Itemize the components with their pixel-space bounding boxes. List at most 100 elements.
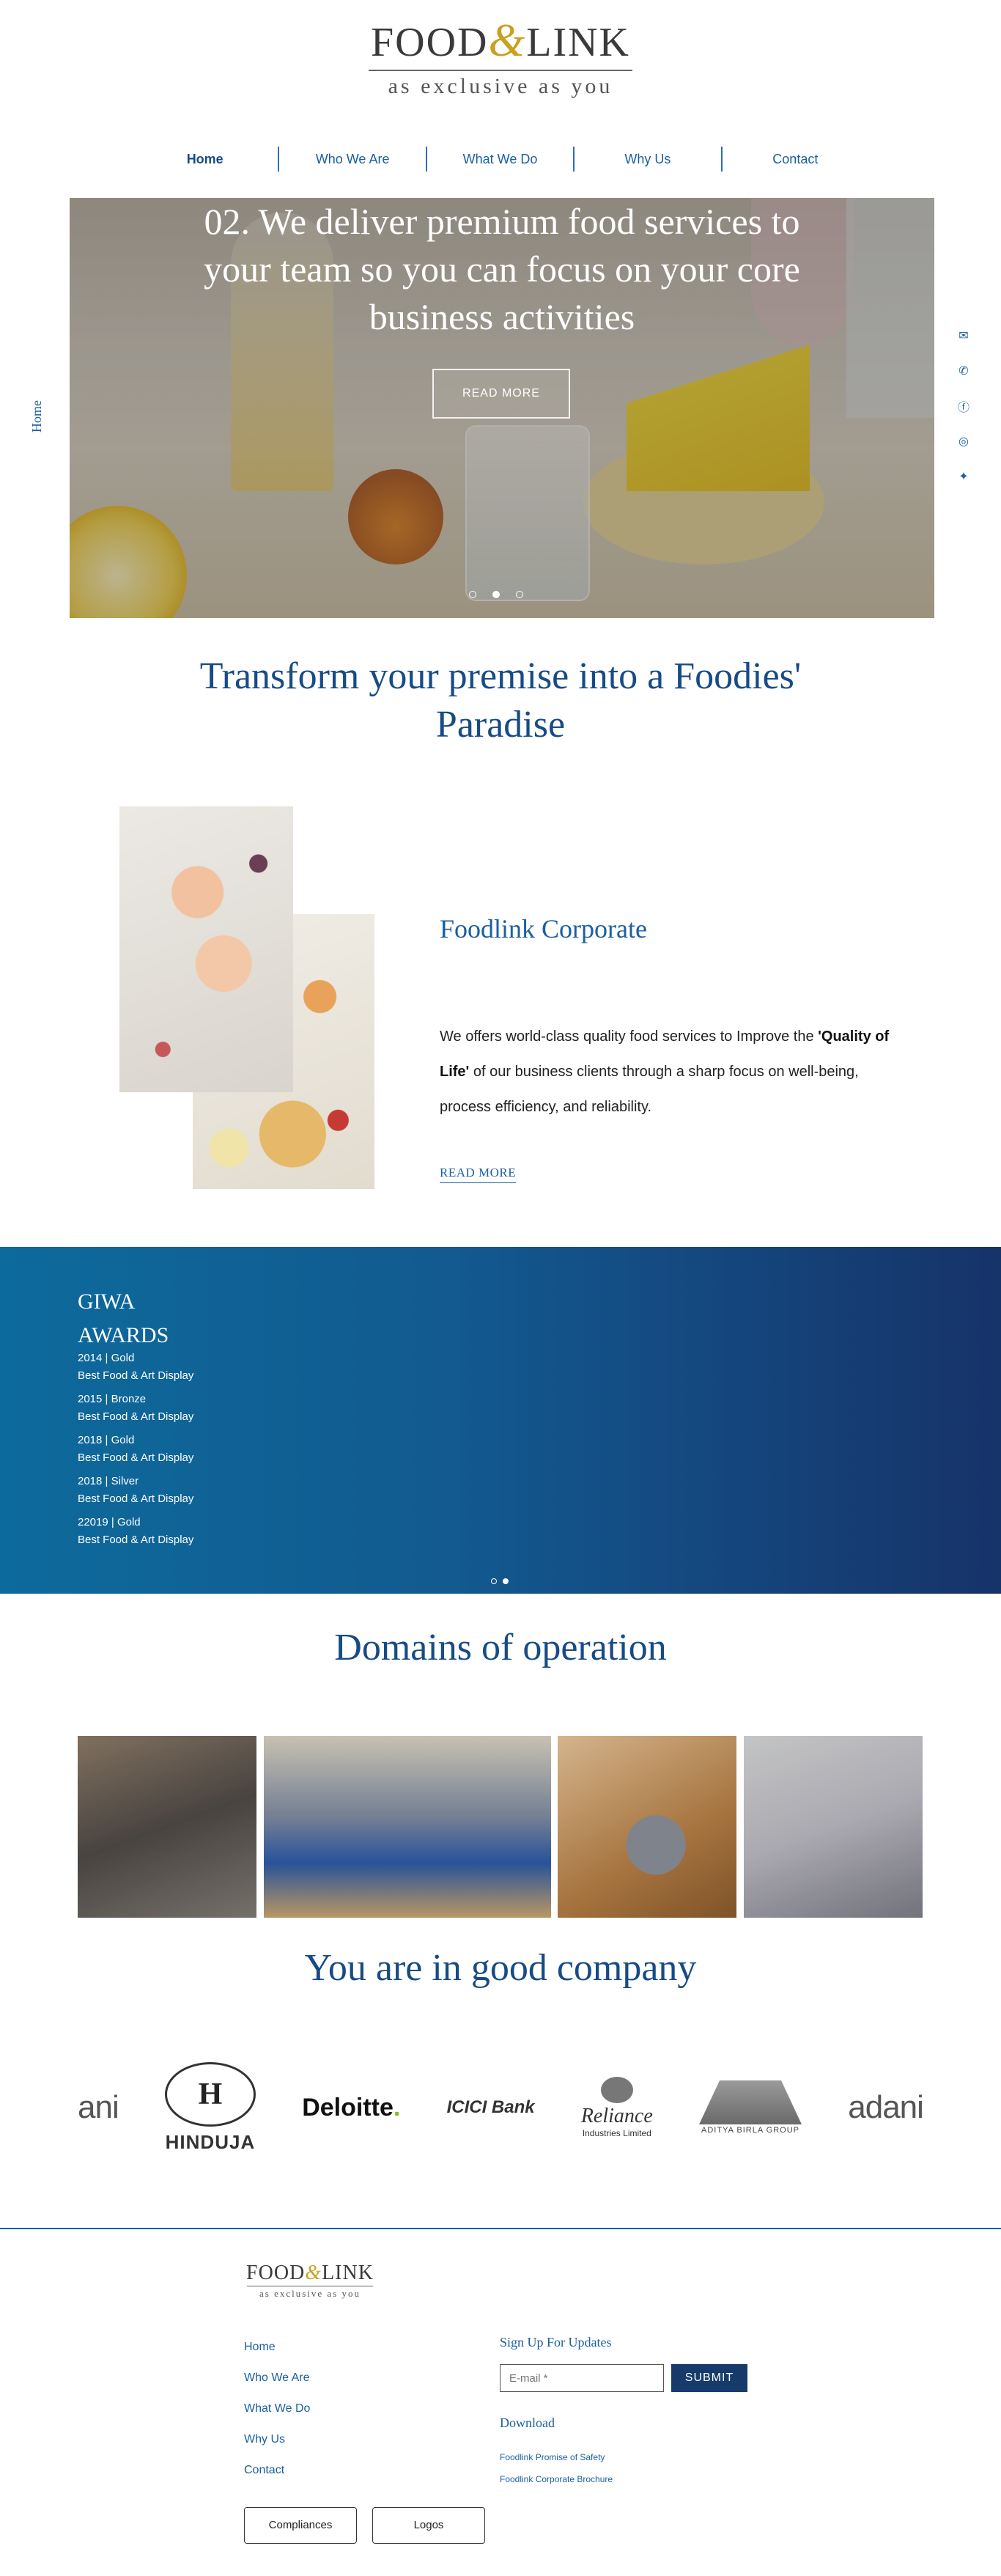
award-item: 22019 | Gold Best Food & Art Display [78, 1514, 193, 1549]
footer-link-contact[interactable]: Contact [244, 2464, 284, 2477]
corporate-description: We offers world-class quality food servi… [440, 1019, 909, 1125]
nav-why-us[interactable]: Why Us [575, 147, 723, 172]
logo-icici-bank: ICICI Bank [446, 2097, 535, 2117]
footer-link-what-we-do[interactable]: What We Do [244, 2402, 310, 2415]
domains-heading: Domains of operation [334, 1627, 667, 1668]
footer-logo-ampersand: & [305, 2262, 322, 2284]
hero-dot-3[interactable] [516, 591, 523, 598]
logo-aditya-birla: ADITYA BIRLA GROUP [699, 2080, 802, 2135]
logo-wordmark: FOOD&LINK [365, 15, 636, 68]
submit-button[interactable]: SUBMIT [671, 2364, 747, 2392]
award-year-medal: 2018 | Silver [78, 1475, 139, 1487]
domain-shade [264, 1736, 551, 1918]
aditya-birla-sun-icon [699, 2080, 802, 2124]
logo-ampersand: & [488, 14, 527, 66]
awards-pagination [491, 1578, 509, 1584]
awards-title: GIWA AWARDS [78, 1289, 169, 1347]
facebook-icon[interactable]: ⓕ [954, 397, 973, 416]
corporate-title: Foodlink Corporate [440, 914, 647, 943]
corporate-read-more-link[interactable]: READ MORE [440, 1166, 517, 1183]
aditya-birla-name: ADITYA BIRLA GROUP [701, 2126, 799, 2135]
domain-photo-manufacturing [264, 1736, 551, 1918]
footer-logo-word-link: LINK [322, 2262, 374, 2284]
logo-adani: adani [848, 2089, 923, 2125]
logo-rule [369, 70, 632, 71]
award-category: Best Food & Art Display [78, 1410, 194, 1423]
domain-photo-healthcare [558, 1736, 736, 1918]
email-field[interactable] [500, 2364, 664, 2392]
social-icon-bar: ✉ ✆ ⓕ ◎ ✦ [954, 326, 973, 486]
reliance-name: Reliance [580, 2105, 653, 2127]
hero-title: 02. We deliver premium food services to … [204, 201, 800, 337]
reliance-sub: Industries Limited [582, 2128, 651, 2138]
footer-link-who-we-are[interactable]: Who We Are [244, 2371, 310, 2385]
logo-adani-partial: ani [78, 2089, 119, 2125]
domain-photo-education [744, 1736, 923, 1918]
hero-pagination [469, 591, 523, 598]
award-category: Best Food & Art Display [78, 1369, 194, 1382]
domain-shade [744, 1736, 923, 1918]
award-item: 2018 | Silver Best Food & Art Display [78, 1473, 193, 1508]
nav-what-we-do[interactable]: What We Do [427, 147, 575, 172]
award-year-medal: 2014 | Gold [78, 1352, 135, 1364]
corporate-text-lead: We offers world-class quality food servi… [440, 1028, 819, 1045]
hero-read-more-button[interactable]: READ MORE [432, 369, 570, 419]
footer-logo-wordmark: FOOD&LINK [244, 2262, 376, 2285]
footer-logo[interactable]: FOOD&LINK as exclusive as you [244, 2262, 376, 2300]
footer-link-home[interactable]: Home [244, 2341, 276, 2354]
hero-dot-2[interactable] [492, 591, 500, 598]
hero-dot-1[interactable] [469, 591, 476, 598]
award-year-medal: 2018 | Gold [78, 1434, 135, 1446]
nav-contact[interactable]: Contact [723, 147, 868, 172]
logos-button[interactable]: Logos [372, 2507, 485, 2544]
download-heading: Download [500, 2415, 555, 2430]
awards-band: GIWA AWARDS 2014 | Gold Best Food & Art … [0, 1247, 1001, 1594]
email-icon[interactable]: ✉ [954, 326, 973, 345]
logo-word-link: LINK [526, 20, 630, 65]
footer-logo-word-food: FOOD [246, 2262, 306, 2284]
domain-shade [78, 1736, 256, 1918]
award-item: 2018 | Gold Best Food & Art Display [78, 1432, 193, 1467]
award-item: 2014 | Gold Best Food & Art Display [78, 1350, 193, 1385]
hero-slider: 02. We deliver premium food services to … [70, 198, 934, 618]
domain-shade [558, 1736, 736, 1918]
hinduja-globe-icon: H [164, 2061, 256, 2127]
logo-reliance: Reliance Industries Limited [581, 2077, 653, 2138]
award-year-medal: 2015 | Bronze [78, 1393, 147, 1405]
phone-icon[interactable]: ✆ [954, 361, 973, 380]
hinduja-name: HINDUJA [165, 2130, 256, 2153]
logo-hinduja: H HINDUJA [164, 2061, 256, 2154]
logo-word-food: FOOD [371, 20, 489, 65]
logo-deloitte: Deloitte. [302, 2093, 401, 2121]
nav-who-we-are[interactable]: Who We Are [279, 147, 427, 172]
awards-dot-1[interactable] [491, 1578, 497, 1584]
transform-heading: Transform your premise into a Foodies' P… [199, 655, 802, 746]
reliance-symbol-icon [600, 2077, 633, 2103]
logo-tagline: as exclusive as you [388, 74, 613, 98]
award-year-medal: 22019 | Gold [78, 1516, 141, 1528]
company-heading: You are in good company [304, 1947, 697, 1989]
side-section-label: Home [29, 400, 44, 433]
nav-home[interactable]: Home [132, 147, 280, 172]
main-nav: Home Who We Are What We Do Why Us Contac… [132, 147, 868, 172]
twitter-icon[interactable]: ✦ [954, 467, 973, 486]
domain-photo-it-office [78, 1736, 256, 1918]
footer-divider [0, 2228, 1001, 2229]
signup-heading: Sign Up For Updates [500, 2335, 612, 2349]
footer-logo-tagline: as exclusive as you [259, 2288, 361, 2299]
download-link-safety[interactable]: Foodlink Promise of Safety [500, 2452, 605, 2462]
download-link-brochure[interactable]: Foodlink Corporate Brochure [500, 2474, 613, 2484]
award-item: 2015 | Bronze Best Food & Art Display [78, 1391, 193, 1426]
award-category: Best Food & Art Display [78, 1534, 194, 1546]
instagram-icon[interactable]: ◎ [954, 432, 973, 451]
compliances-button[interactable]: Compliances [244, 2507, 357, 2544]
client-logos-carousel: ani H HINDUJA Deloitte. ICICI Bank Relia… [78, 2060, 923, 2155]
footer-link-why-us[interactable]: Why Us [244, 2433, 285, 2446]
deloitte-name: Deloitte [302, 2093, 394, 2121]
site-logo[interactable]: FOOD&LINK as exclusive as you [365, 15, 636, 117]
award-category: Best Food & Art Display [78, 1493, 194, 1505]
drinks-photo [119, 806, 293, 1092]
awards-dot-2[interactable] [503, 1578, 509, 1584]
award-category: Best Food & Art Display [78, 1451, 194, 1464]
corporate-text-tail: of our business clients through a sharp … [440, 1064, 859, 1115]
